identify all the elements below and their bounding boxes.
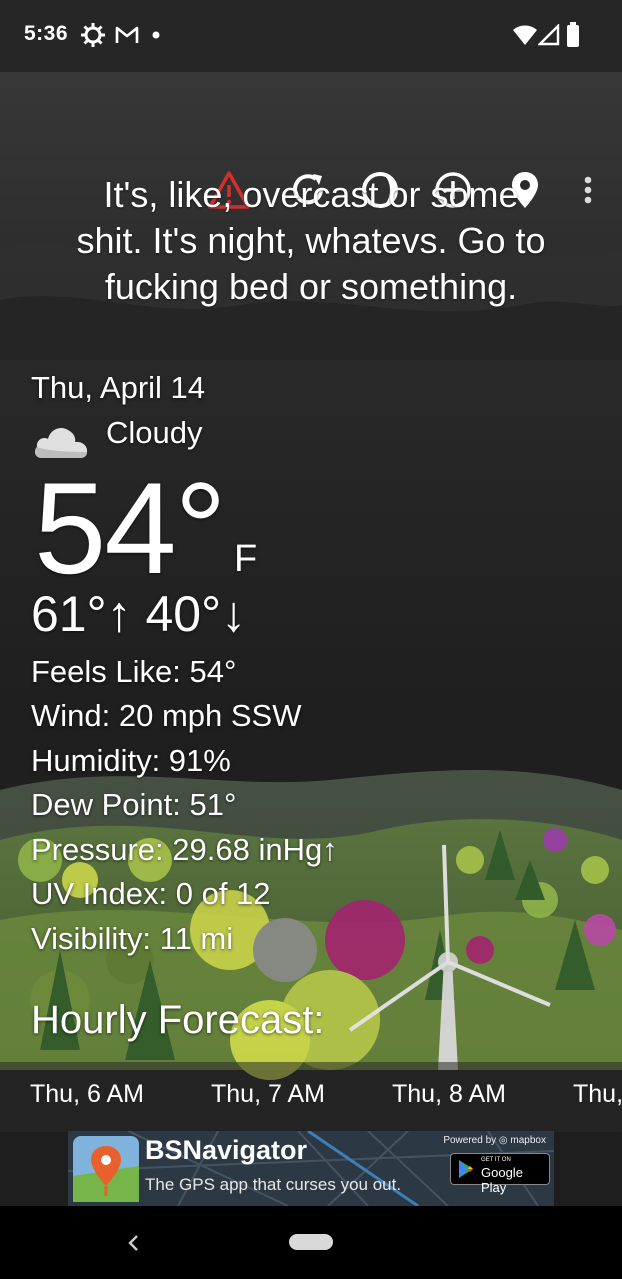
google-play-badge[interactable]: GET IT ON Google Play	[450, 1153, 550, 1195]
uv-index: UV Index: 0 of 12	[31, 876, 271, 911]
condition-label: Cloudy	[106, 415, 203, 450]
ad-subtitle: The GPS app that curses you out.	[145, 1175, 402, 1194]
bsnavigator-app-icon	[73, 1136, 139, 1202]
current-date: Thu, April 14	[31, 370, 206, 405]
weather-screen: 5:36 It's, like, overcast or some shit. …	[0, 0, 622, 1279]
badge-small-text: GET IT ON	[481, 1157, 511, 1163]
feels-like: Feels Like: 54°	[31, 654, 237, 689]
snark-line: It's, like, overcast or some	[103, 174, 519, 215]
wifi-icon	[513, 25, 537, 45]
hourly-forecast-title: Hourly Forecast:	[31, 998, 325, 1042]
system-navigation-bar	[0, 1206, 622, 1279]
action-toolbar	[0, 72, 622, 209]
current-temperature: 54°	[34, 455, 227, 601]
snark-line: shit. It's night, whatevs. Go to	[76, 220, 546, 261]
cloud-icon	[34, 428, 88, 458]
back-icon[interactable]	[126, 1234, 142, 1252]
temperature-unit: F	[234, 538, 258, 580]
cell-signal-icon	[538, 24, 560, 46]
dew-point: Dew Point: 51°	[31, 787, 237, 822]
visibility: Visibility: 11 mi	[31, 921, 234, 956]
pressure: Pressure: 29.68 inHg↑	[31, 832, 338, 867]
wind: Wind: 20 mph SSW	[31, 698, 302, 733]
ad-title: BSNavigator	[145, 1135, 308, 1165]
notification-dot-icon	[152, 31, 160, 39]
badge-large-text: Google Play	[481, 1165, 523, 1195]
status-bar: 5:36	[0, 0, 622, 72]
home-pill[interactable]	[289, 1234, 333, 1250]
humidity: Humidity: 91%	[31, 743, 231, 778]
battery-icon	[567, 22, 579, 47]
high-low-temperature: 61°↑ 40°↓	[31, 586, 247, 642]
hour-item[interactable]: Thu, 6 AM	[30, 1080, 144, 1109]
snark-line: fucking bed or something.	[104, 266, 518, 307]
weather-snark-message: It's, like, overcast or some shit. It's …	[30, 172, 592, 310]
gmail-icon	[115, 26, 139, 43]
hour-item[interactable]: Thu, 8 AM	[392, 1080, 506, 1109]
settings-gear-icon	[81, 23, 105, 47]
ad-powered-by: Powered by ◎ mapbox	[443, 1135, 546, 1146]
hour-item[interactable]: Thu, 7 AM	[211, 1080, 325, 1109]
play-store-icon	[459, 1160, 473, 1178]
ad-banner[interactable]: Powered by ◎ mapbox BSNavigator The GPS …	[68, 1131, 554, 1206]
status-time: 5:36	[24, 22, 69, 45]
hour-item[interactable]: Thu,	[573, 1080, 622, 1109]
